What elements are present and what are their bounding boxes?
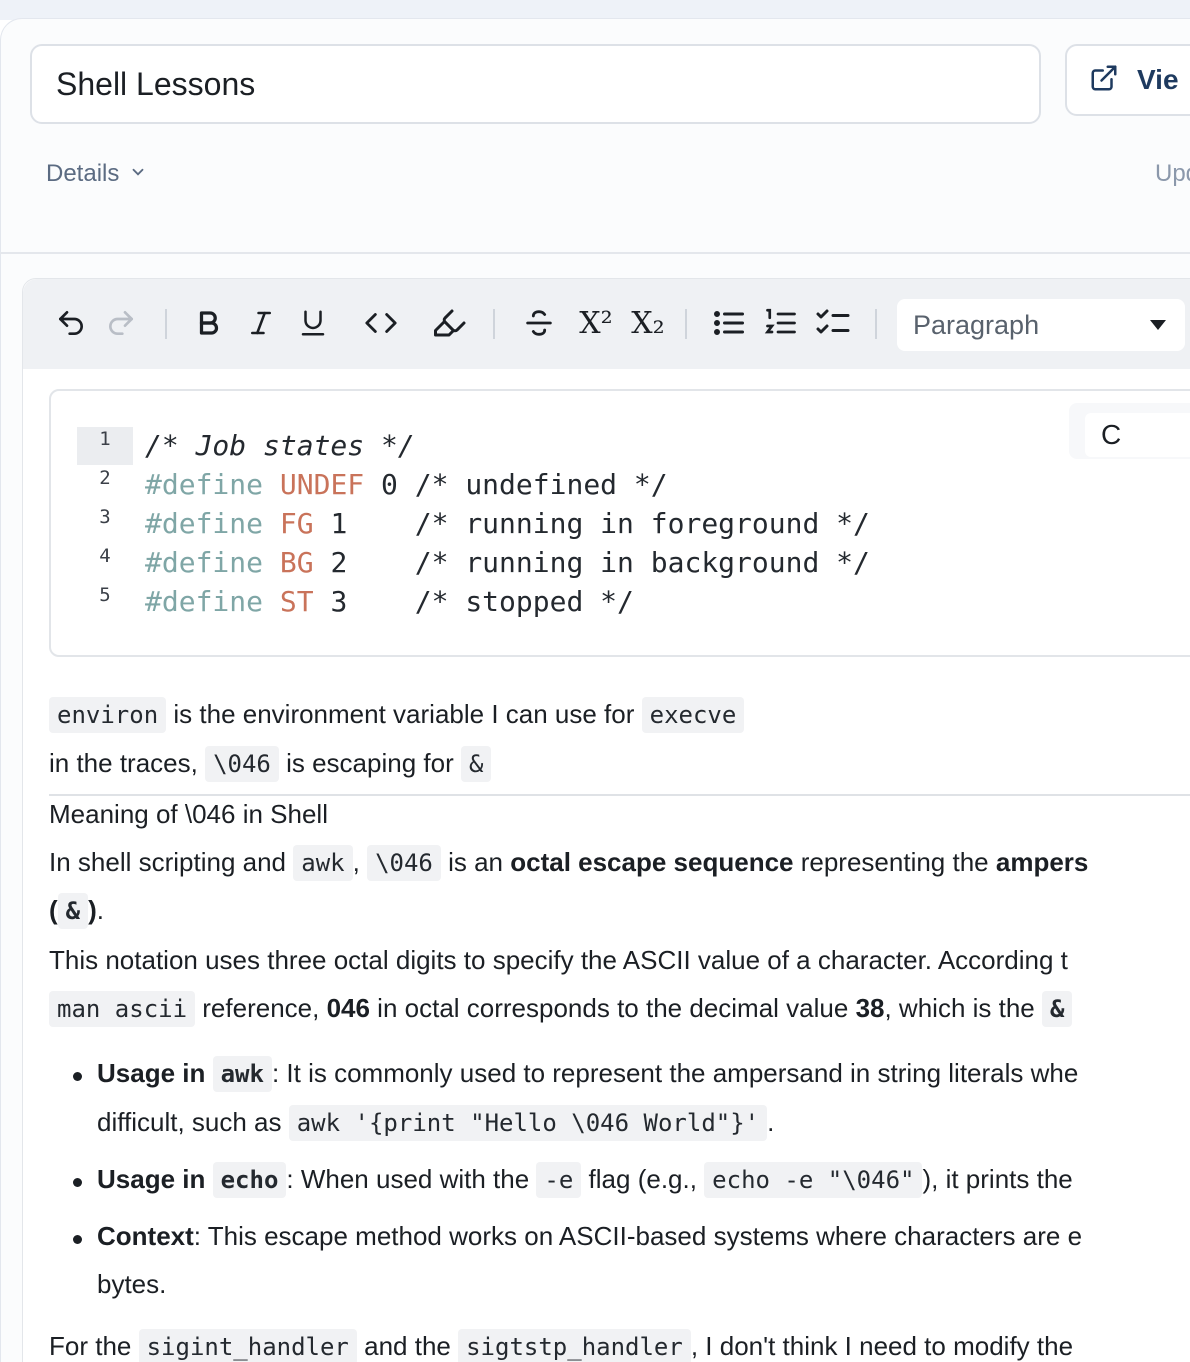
bullet-marker (73, 1178, 82, 1187)
toolbar-separator (165, 309, 167, 339)
bold-icon[interactable] (189, 303, 229, 343)
list-item-continuation: bytes. (97, 1269, 167, 1299)
inline-code: environ (49, 697, 167, 733)
toolbar-separator (685, 309, 687, 339)
line-number: 2 (99, 467, 111, 489)
code-value: 0 (381, 468, 398, 501)
code-macro-name: BG (279, 546, 314, 579)
inline-code: sigtstp_handler (458, 1329, 691, 1362)
code-block[interactable]: C 1 /* Job states */ 2 #define UNDEF 0 /… (49, 389, 1190, 657)
inline-code: -e (536, 1162, 582, 1198)
paragraph: in the traces, \046 is escaping for & (49, 746, 492, 782)
chevron-down-icon (119, 160, 147, 188)
list-item: Usage in echo: When used with the -e fla… (97, 1162, 1073, 1198)
code-macro-name: UNDEF (279, 468, 365, 501)
rich-text-editor[interactable]: X² X₂ Paragraph C 1 /* Job states */ 2 #… (22, 278, 1190, 1362)
paragraph-continuation: (&). (49, 893, 104, 929)
inline-code: awk (293, 845, 353, 881)
code-comment: /* running in background */ (414, 546, 870, 579)
paragraph: environ is the environment variable I ca… (49, 697, 745, 733)
code-comment: /* Job states */ (145, 429, 415, 462)
bullet-marker (73, 1235, 82, 1244)
editor-toolbar: X² X₂ Paragraph (23, 279, 1190, 369)
inline-code: \046 (205, 746, 279, 782)
code-line: 2 #define UNDEF 0 /* undefined */ (77, 467, 668, 507)
underline-icon[interactable] (293, 303, 333, 343)
code-keyword: #define (145, 507, 264, 540)
code-comment: /* undefined */ (414, 468, 668, 501)
code-comment: /* stopped */ (414, 585, 634, 618)
strikethrough-icon[interactable] (519, 303, 559, 343)
line-number: 1 (99, 428, 111, 450)
block-type-select[interactable]: Paragraph (897, 299, 1185, 351)
list-item: Usage in awk: It is commonly used to rep… (97, 1056, 1078, 1092)
bullet-marker (73, 1072, 82, 1081)
caret-down-icon (1150, 320, 1166, 330)
checklist-icon[interactable] (813, 303, 853, 343)
toolbar-separator (875, 309, 877, 339)
updated-label: Upd (1155, 160, 1190, 187)
section-heading: Meaning of \046 in Shell (49, 799, 328, 829)
undo-icon[interactable] (51, 303, 91, 343)
view-button-label: Vie (1137, 64, 1179, 95)
line-number: 3 (99, 506, 111, 528)
inline-code: execve (641, 697, 745, 733)
paragraph: In shell scripting and awk, \046 is an o… (49, 845, 1088, 881)
external-link-icon (1089, 63, 1119, 98)
code-line: 5 #define ST 3 /* stopped */ (77, 584, 634, 624)
header-divider (0, 252, 1190, 254)
line-number: 5 (99, 584, 111, 606)
code-line: 3 #define FG 1 /* running in foreground … (77, 506, 870, 546)
details-label: Details (46, 160, 120, 187)
code-language-select[interactable]: C (1069, 403, 1190, 459)
inline-code: man ascii (49, 991, 196, 1027)
code-value: 3 (330, 585, 348, 618)
highlight-icon[interactable] (429, 303, 469, 343)
code-macro-name: FG (279, 507, 314, 540)
inline-code: echo (212, 1162, 287, 1198)
code-keyword: #define (145, 468, 264, 501)
inline-code-icon[interactable] (361, 303, 401, 343)
code-line: 1 /* Job states */ (77, 428, 415, 468)
inline-code: sigint_handler (138, 1329, 357, 1362)
inline-code: & (1042, 991, 1073, 1027)
inline-code: echo -e "\046" (704, 1162, 923, 1198)
code-line: 4 #define BG 2 /* running in background … (77, 545, 870, 585)
inline-code: awk '{print "Hello \046 World"}' (288, 1105, 768, 1141)
paragraph: For the sigint_handler and the sigtstp_h… (49, 1329, 1073, 1362)
paragraph: This notation uses three octal digits to… (49, 945, 1068, 975)
block-type-value: Paragraph (913, 309, 1040, 340)
line-number: 4 (99, 545, 111, 567)
code-value: 2 (330, 546, 348, 579)
paragraph: man ascii reference, 046 in octal corres… (49, 991, 1073, 1027)
code-value: 1 (330, 507, 348, 540)
inline-code: awk (212, 1056, 272, 1092)
window-top-strip (0, 0, 1190, 20)
superscript-icon[interactable]: X² (571, 303, 621, 343)
bullet-list-icon[interactable] (709, 303, 749, 343)
numbered-list-icon[interactable] (761, 303, 801, 343)
code-keyword: #define (145, 546, 264, 579)
list-item: Context: This escape method works on ASC… (97, 1221, 1083, 1251)
code-keyword: #define (145, 585, 264, 618)
code-language-value: C (1085, 413, 1190, 457)
details-toggle[interactable]: Details (46, 160, 147, 188)
inline-code: & (460, 746, 492, 782)
view-button[interactable]: Vie (1065, 44, 1190, 116)
title-input[interactable]: Shell Lessons (30, 44, 1041, 124)
redo-icon[interactable] (101, 303, 141, 343)
list-item-continuation: difficult, such as awk '{print "Hello \0… (97, 1105, 774, 1141)
horizontal-rule (49, 794, 1190, 796)
inline-code: \046 (367, 845, 441, 881)
subscript-icon[interactable]: X₂ (623, 303, 673, 343)
italic-icon[interactable] (241, 303, 281, 343)
code-macro-name: ST (279, 585, 314, 618)
inline-code: & (57, 893, 89, 929)
toolbar-separator (493, 309, 495, 339)
code-comment: /* running in foreground */ (414, 507, 870, 540)
